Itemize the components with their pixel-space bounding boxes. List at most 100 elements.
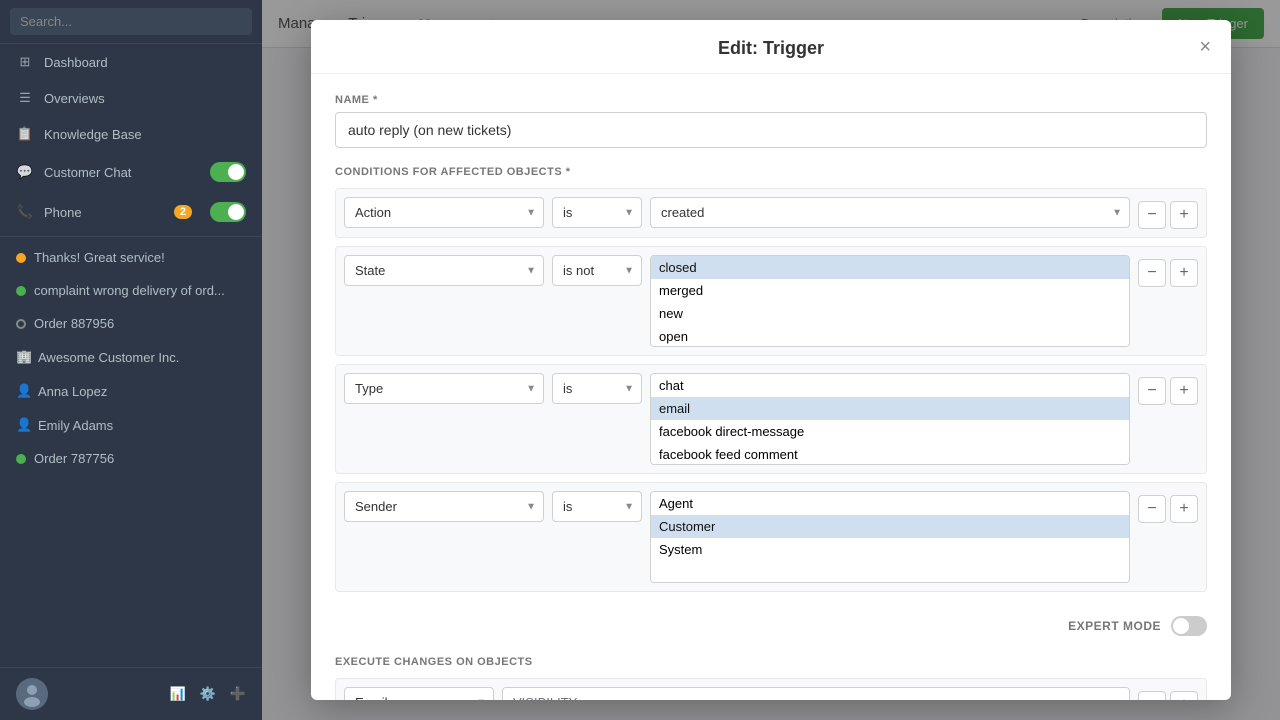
customer-chat-toggle[interactable] [210, 162, 246, 182]
list-item-label: complaint wrong delivery of ord... [34, 283, 225, 298]
action-op-dropdown[interactable]: is ▼ [552, 197, 642, 228]
condition-row-type: Type ▼ is ▼ chat [335, 364, 1207, 474]
state-field-select[interactable]: State [344, 255, 544, 286]
state-listbox[interactable]: closed merged new open pending close [651, 256, 1129, 346]
phone-badge: 2 [174, 205, 192, 219]
modal-header: Edit: Trigger × [311, 20, 1231, 74]
execute-type-dropdown[interactable]: Email ▼ [344, 687, 494, 700]
state-listbox-container: closed merged new open pending close [650, 255, 1130, 347]
list-item[interactable]: 👤 Emily Adams [0, 408, 262, 442]
action-value-dropdown[interactable]: created ▼ [650, 197, 1130, 228]
list-item[interactable]: Order 787756 [0, 442, 262, 475]
condition-actions: − + [1138, 373, 1198, 405]
sidebar-item-label: Phone [44, 205, 82, 220]
name-input[interactable] [335, 112, 1207, 148]
execute-type-select[interactable]: Email [344, 687, 494, 700]
phone-toggle[interactable] [210, 202, 246, 222]
sender-op-dropdown[interactable]: is ▼ [552, 491, 642, 522]
person-icon: 👤 [16, 417, 30, 433]
sidebar: ⊞ Dashboard ☰ Overviews 📋 Knowledge Base… [0, 0, 262, 720]
remove-condition-button[interactable]: − [1138, 495, 1166, 523]
condition-actions: − + [1138, 197, 1198, 229]
remove-condition-button[interactable]: − [1138, 377, 1166, 405]
sidebar-item-overviews[interactable]: ☰ Overviews [0, 80, 262, 116]
list-item-label: Anna Lopez [38, 384, 107, 399]
action-value-select[interactable]: created [650, 197, 1130, 228]
list-item[interactable]: 👤 Anna Lopez [0, 374, 262, 408]
remove-condition-button[interactable]: − [1138, 201, 1166, 229]
expert-mode-row: EXPERT MODE [335, 608, 1207, 644]
status-dot [16, 454, 26, 464]
condition-actions: − + [1138, 491, 1198, 523]
condition-row-action: Action ▼ is ▼ created [335, 188, 1207, 238]
state-op-select[interactable]: is not [552, 255, 642, 286]
sidebar-nav: ⊞ Dashboard ☰ Overviews 📋 Knowledge Base… [0, 44, 262, 667]
state-op-dropdown[interactable]: is not ▼ [552, 255, 642, 286]
action-op-select[interactable]: is [552, 197, 642, 228]
remove-condition-button[interactable]: − [1138, 259, 1166, 287]
sender-field-dropdown[interactable]: Sender ▼ [344, 491, 544, 522]
list-item[interactable]: Order 887956 [0, 307, 262, 340]
modal-overlay: Edit: Trigger × NAME * CONDITIONS FOR AF… [262, 0, 1280, 720]
type-op-select[interactable]: is [552, 373, 642, 404]
condition-row-sender: Sender ▼ is ▼ Agent [335, 482, 1207, 592]
type-field-dropdown[interactable]: Type ▼ [344, 373, 544, 404]
condition-row-state: State ▼ is not ▼ closed [335, 246, 1207, 356]
sender-field-select[interactable]: Sender [344, 491, 544, 522]
state-field-dropdown[interactable]: State ▼ [344, 255, 544, 286]
list-item-label: Thanks! Great service! [34, 250, 165, 265]
sender-op-select[interactable]: is [552, 491, 642, 522]
add-condition-button[interactable]: + [1170, 377, 1198, 405]
chart-icon[interactable]: 📊 [169, 686, 185, 702]
action-field-dropdown[interactable]: Action ▼ [344, 197, 544, 228]
sender-listbox-container: Agent Customer System [650, 491, 1130, 583]
sidebar-item-phone[interactable]: 📞 Phone 2 [0, 192, 262, 232]
execute-label: EXECUTE CHANGES ON OBJECTS [335, 656, 1207, 668]
condition-actions: − + [1138, 687, 1198, 700]
main-area: Manage Triggers Management Description N… [262, 0, 1280, 720]
sidebar-item-customer-chat[interactable]: 💬 Customer Chat [0, 152, 262, 192]
add-icon[interactable]: ➕ [230, 686, 246, 702]
add-condition-button[interactable]: + [1170, 259, 1198, 287]
list-item-label: Emily Adams [38, 418, 113, 433]
dashboard-icon: ⊞ [16, 54, 34, 70]
list-item[interactable]: Thanks! Great service! [0, 241, 262, 274]
sidebar-item-dashboard[interactable]: ⊞ Dashboard [0, 44, 262, 80]
modal-body: NAME * CONDITIONS FOR AFFECTED OBJECTS *… [311, 74, 1231, 700]
add-condition-button[interactable]: + [1170, 201, 1198, 229]
knowledge-base-icon: 📋 [16, 126, 34, 142]
type-listbox-container: chat email facebook direct-message faceb… [650, 373, 1130, 465]
type-op-dropdown[interactable]: is ▼ [552, 373, 642, 404]
search-input[interactable] [10, 8, 252, 35]
expert-mode-toggle[interactable] [1171, 616, 1207, 636]
type-listbox[interactable]: chat email facebook direct-message faceb… [651, 374, 1129, 464]
modal-close-button[interactable]: × [1199, 37, 1211, 57]
list-item[interactable]: 🏢 Awesome Customer Inc. [0, 340, 262, 374]
modal-title: Edit: Trigger [718, 38, 824, 59]
sidebar-divider [0, 236, 262, 237]
status-dot [16, 253, 26, 263]
list-item-label: Order 787756 [34, 451, 114, 466]
avatar[interactable] [16, 678, 48, 710]
edit-trigger-modal: Edit: Trigger × NAME * CONDITIONS FOR AF… [311, 20, 1231, 700]
sidebar-item-label: Overviews [44, 91, 105, 106]
sidebar-item-knowledge-base[interactable]: 📋 Knowledge Base [0, 116, 262, 152]
customer-chat-icon: 💬 [16, 164, 34, 180]
action-field-select[interactable]: Action [344, 197, 544, 228]
add-execute-button[interactable]: + [1170, 691, 1198, 700]
settings-icon[interactable]: ⚙️ [200, 686, 216, 702]
type-field-select[interactable]: Type [344, 373, 544, 404]
list-item[interactable]: complaint wrong delivery of ord... [0, 274, 262, 307]
visibility-input[interactable] [502, 687, 1130, 700]
sender-listbox[interactable]: Agent Customer System [651, 492, 1129, 582]
conditions-label: CONDITIONS FOR AFFECTED OBJECTS * [335, 166, 1207, 178]
condition-actions: − + [1138, 255, 1198, 287]
status-dot [16, 286, 26, 296]
sidebar-item-label: Dashboard [44, 55, 108, 70]
remove-execute-button[interactable]: − [1138, 691, 1166, 700]
list-item-label: Awesome Customer Inc. [38, 350, 179, 365]
sidebar-footer: 📊 ⚙️ ➕ [0, 667, 262, 720]
company-icon: 🏢 [16, 349, 30, 365]
add-condition-button[interactable]: + [1170, 495, 1198, 523]
list-item-label: Order 887956 [34, 316, 114, 331]
